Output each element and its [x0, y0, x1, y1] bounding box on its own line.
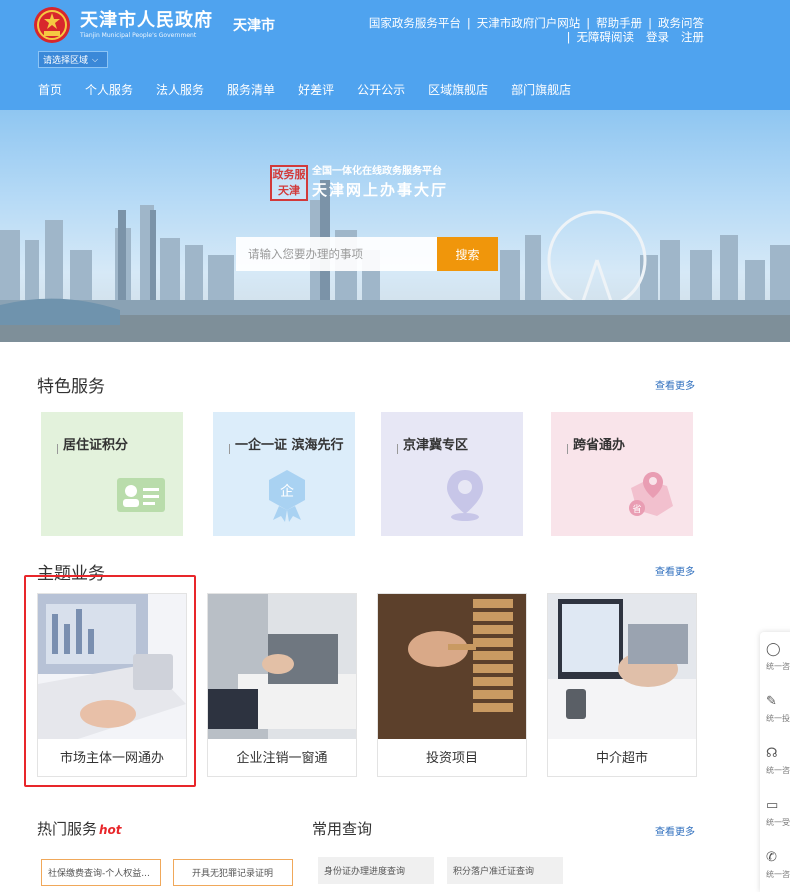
site-header: 天津市人民政府 Tianjin Municipal People's Gover…	[0, 0, 790, 110]
tile-label: 居住证积分	[56, 434, 128, 454]
nav-personal[interactable]: 个人服务	[85, 81, 133, 98]
side-item-label: 统一咨	[766, 870, 790, 879]
headset-icon: ☊	[766, 746, 778, 761]
tile-label: 一企一证 滨海先行	[229, 434, 344, 454]
tile-jingjinji[interactable]: 京津冀专区	[381, 412, 523, 536]
platform-subtitle: 全国一体化在线政务服务平台	[312, 166, 442, 177]
nav-department[interactable]: 部门旗舰店	[511, 81, 571, 98]
topic-deregistration[interactable]: 企业注销一窗通	[207, 593, 357, 777]
top-links: 国家政务服务平台 | 天津市政府门户网站 | 帮助手册 | 政务问答 | 无障碍阅读 登录 注…	[368, 16, 704, 44]
nav-rating[interactable]: 好差评	[298, 81, 334, 98]
province-map-icon: 省	[629, 472, 673, 516]
side-item-hotline[interactable]: ☊ 统一咨	[766, 746, 790, 796]
location-pin-icon	[447, 470, 483, 521]
link-login[interactable]: 登录	[646, 30, 669, 44]
featured-title: 特色服务	[37, 377, 105, 397]
chat-icon: ◯	[766, 642, 781, 657]
nav-corporate[interactable]: 法人服务	[156, 81, 204, 98]
topic-agency-market[interactable]: 中介超市	[547, 593, 697, 777]
folder-icon: ▭	[766, 798, 779, 813]
tile-label: 京津冀专区	[396, 434, 468, 454]
chevron-down-icon: ⌵	[92, 54, 99, 64]
side-item-complaint[interactable]: ✎ 统一投	[766, 694, 790, 744]
topics-more-link[interactable]: 查看更多	[655, 563, 695, 578]
side-item-label: 统一投	[766, 714, 790, 723]
link-register[interactable]: 注册	[681, 30, 704, 44]
topic-label: 企业注销一窗通	[236, 751, 328, 766]
region-select-label: 请选择区域	[43, 56, 89, 66]
side-item-label: 统一咨	[766, 662, 790, 671]
topic-label: 中介超市	[595, 751, 648, 766]
search-input[interactable]: 请输入您要办理的事项	[236, 237, 437, 271]
side-item-label: 统一咨	[766, 766, 790, 775]
main-nav: 首页 个人服务 法人服务 服务清单 好差评 公开公示 区域旗舰店 部门旗舰店	[38, 81, 594, 98]
hero-banner: 政务服天津 全国一体化在线政务服务平台 天津网上办事大厅 请输入您要办理的事项 …	[0, 110, 790, 342]
link-qa[interactable]: 政务问答	[658, 16, 704, 30]
topic-label: 投资项目	[425, 751, 478, 766]
hot-badge: hot	[99, 823, 122, 837]
badge-icon: 企	[269, 470, 305, 522]
featured-more-link[interactable]: 查看更多	[655, 377, 695, 392]
selection-highlight	[24, 575, 196, 787]
national-emblem-icon	[34, 7, 70, 43]
city-skyline-image	[0, 180, 790, 342]
nav-home[interactable]: 首页	[38, 81, 62, 98]
side-float-panel: ◯ 统一咨 ✎ 统一投 ☊ 统一咨 ▭ 统一受 ✆ 统一咨	[760, 632, 790, 892]
id-card-icon	[117, 478, 165, 512]
hot-title: 热门服务 hot	[37, 818, 122, 839]
hot-chip-no-criminal-record[interactable]: 开具无犯罪记录证明	[173, 859, 293, 886]
common-chip-settlement-permit[interactable]: 积分落户准迁证查询	[447, 857, 563, 884]
search-button[interactable]: 搜索	[437, 237, 498, 271]
side-item-consult[interactable]: ◯ 统一咨	[766, 642, 790, 692]
tile-residence-points[interactable]: 居住证积分	[41, 412, 183, 536]
link-help[interactable]: 帮助手册	[596, 16, 642, 30]
seal-logo: 政务服天津	[270, 165, 308, 201]
topic-image	[548, 594, 696, 739]
hot-title-text: 热门服务	[37, 820, 98, 838]
svg-text:省: 省	[632, 503, 641, 515]
link-accessibility[interactable]: 无障碍阅读	[577, 30, 635, 44]
side-item-label: 统一受	[766, 818, 790, 827]
platform-brand: 政务服天津 全国一体化在线政务服务平台 天津网上办事大厅	[270, 165, 448, 201]
topic-image	[208, 594, 356, 739]
city-label: 天津市	[233, 18, 275, 34]
nav-public[interactable]: 公开公示	[357, 81, 405, 98]
topic-image	[378, 594, 526, 739]
hot-chip-social-security[interactable]: 社保缴费查询-个人权益...	[41, 859, 161, 886]
side-item-accept[interactable]: ▭ 统一受	[766, 798, 790, 848]
side-item-phone[interactable]: ✆ 统一咨	[766, 850, 790, 892]
common-chip-id-card-progress[interactable]: 身份证办理进度查询	[318, 857, 434, 884]
link-portal[interactable]: 天津市政府门户网站	[477, 16, 581, 30]
edit-icon: ✎	[766, 694, 777, 709]
topic-investment[interactable]: 投资项目	[377, 593, 527, 777]
nav-service-list[interactable]: 服务清单	[227, 81, 275, 98]
common-more-link[interactable]: 查看更多	[655, 823, 695, 838]
gov-name-en: Tianjin Municipal People's Government	[80, 32, 197, 39]
region-select[interactable]: 请选择区域 ⌵	[38, 51, 108, 68]
gov-name: 天津市人民政府	[80, 10, 213, 31]
phone-icon: ✆	[766, 850, 777, 865]
tile-label: 跨省通办	[566, 434, 625, 454]
tile-one-license[interactable]: 一企一证 滨海先行 企	[213, 412, 355, 536]
nav-district[interactable]: 区域旗舰店	[428, 81, 488, 98]
common-title: 常用查询	[312, 820, 373, 838]
logo[interactable]: 天津市人民政府 Tianjin Municipal People's Gover…	[32, 5, 213, 45]
link-national-platform[interactable]: 国家政务服务平台	[369, 16, 461, 30]
tile-cross-province[interactable]: 跨省通办 省	[551, 412, 693, 536]
svg-text:企: 企	[280, 483, 294, 500]
platform-title: 天津网上办事大厅	[312, 181, 449, 199]
